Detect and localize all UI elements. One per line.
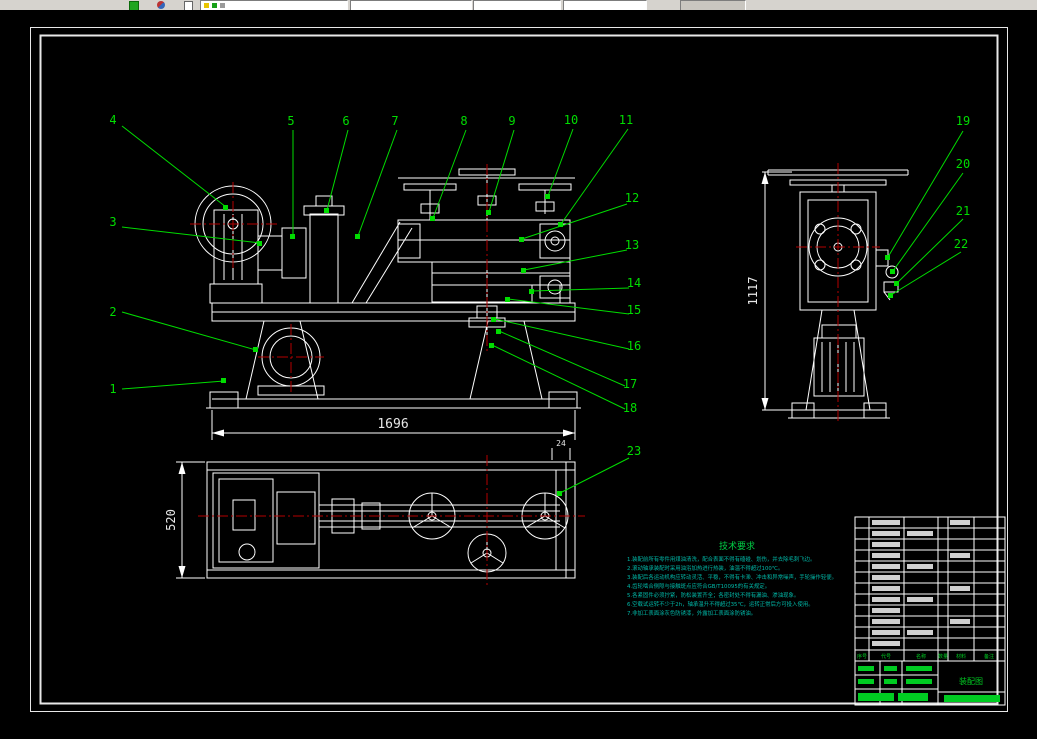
callout-17: 17 xyxy=(623,377,637,391)
tech-req-line: 1.装配前所有零件用煤油清洗，配合表面不得有磕碰、划伤，并去除毛刺飞边。 xyxy=(627,555,815,563)
callout-12: 12 xyxy=(625,191,639,205)
title-block-drawing-title: 装配图 xyxy=(959,676,983,686)
callout-18: 18 xyxy=(623,401,637,415)
callout-15: 15 xyxy=(627,303,641,317)
layer-state-icon xyxy=(204,3,209,8)
dimension-detail: 24 xyxy=(551,439,571,460)
dimension-side-height: 1117 xyxy=(746,171,792,411)
bom-header: 名称 xyxy=(916,653,926,660)
callout-19: 19 xyxy=(956,114,970,128)
tech-req-line: 2.滚动轴承装配时采用油浴加热进行热装，油温不得超过100℃。 xyxy=(627,564,783,572)
bom-header: 材料 xyxy=(956,653,966,660)
top-view xyxy=(206,461,576,579)
dim-top-width-value: 520 xyxy=(164,509,178,531)
dim-side-height-value: 1117 xyxy=(746,277,760,306)
drawing-frame xyxy=(30,27,1008,712)
callout-8: 8 xyxy=(460,114,467,128)
linetype-combo[interactable] xyxy=(473,0,561,10)
sheet-icon[interactable] xyxy=(184,1,193,10)
callout-7: 7 xyxy=(391,114,398,128)
callout-13: 13 xyxy=(625,238,639,252)
callout-14: 14 xyxy=(627,276,641,290)
callout-3: 3 xyxy=(109,215,116,229)
layer-icon[interactable] xyxy=(129,1,139,10)
callout-20: 20 xyxy=(956,157,970,171)
bom-header: 备注 xyxy=(984,653,994,660)
callout-5: 5 xyxy=(287,114,294,128)
bom-header: 序号 xyxy=(857,653,867,660)
dim-front-width-value: 1696 xyxy=(377,417,408,432)
top-toolbar xyxy=(0,0,1037,10)
tech-req-line: 6.空载试运转不少于2h，轴承温升不得超过35℃，运转正常后方可投入使用。 xyxy=(627,600,814,608)
layer-combo[interactable] xyxy=(200,0,348,10)
callout-9: 9 xyxy=(508,114,515,128)
dimension-top-width: 520 xyxy=(164,461,205,579)
lineweight-combo[interactable] xyxy=(563,0,647,10)
callout-22: 22 xyxy=(954,237,968,251)
callout-11: 11 xyxy=(619,113,633,127)
bom-header-row: 序号 代号 名称 数量 材料 备注 xyxy=(857,653,994,660)
drawing-viewport[interactable]: 1696 1117 520 24 1 2 3 4 5 6 7 8 9 10 11… xyxy=(0,0,1037,739)
tech-req-line: 5.各紧固件必须拧紧，防松装置齐全；各密封处不得有漏油、渗油现象。 xyxy=(627,591,799,599)
callout-4: 4 xyxy=(109,113,116,127)
callout-6: 6 xyxy=(342,114,349,128)
color-combo[interactable] xyxy=(350,0,472,10)
layer-lock-icon xyxy=(212,3,217,8)
layer-color-icon xyxy=(220,3,225,8)
bom-header: 代号 xyxy=(881,653,891,660)
callout-16: 16 xyxy=(627,339,641,353)
tech-req-line: 7.非加工表面涂灰色防锈漆，外露加工表面涂防锈油。 xyxy=(627,609,756,617)
callout-21: 21 xyxy=(956,204,970,218)
callout-2: 2 xyxy=(109,305,116,319)
callout-23: 23 xyxy=(627,444,641,458)
bom-header: 数量 xyxy=(938,653,948,660)
dim-detail-value: 24 xyxy=(556,439,566,448)
tech-requirements: 技术要求 1.装配前所有零件用煤油清洗，配合表面不得有磕碰、划伤，并去除毛刺飞边… xyxy=(627,540,837,617)
parts-table: 序号 代号 名称 数量 材料 备注 装配图 xyxy=(854,516,1006,706)
tech-requirements-title: 技术要求 xyxy=(719,540,755,552)
color-wheel-icon[interactable] xyxy=(157,1,165,9)
tech-req-line: 4.齿轮啮合侧隙与接触斑点应符合GB/T10095的有关规定。 xyxy=(627,582,770,590)
dimension-front-width: 1696 xyxy=(211,410,576,440)
callout-1: 1 xyxy=(109,382,116,396)
tech-req-line: 3.装配后各运动机构应转动灵活、平稳，不得有卡滞、冲击和异常噪声，手轮操作轻便。 xyxy=(627,573,837,581)
callout-10: 10 xyxy=(564,113,578,127)
front-view xyxy=(194,168,581,409)
plot-style-field[interactable] xyxy=(680,0,746,10)
title-block: 装配图 xyxy=(855,661,1005,705)
